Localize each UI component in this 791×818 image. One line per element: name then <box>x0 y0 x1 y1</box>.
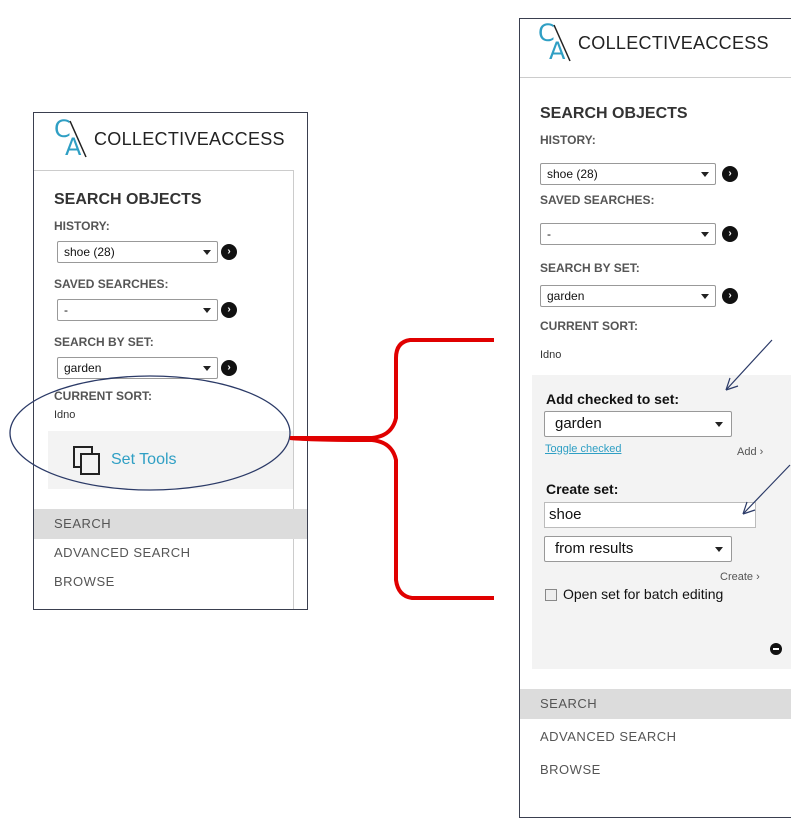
pointer-arrow-2 <box>742 464 791 515</box>
pointer-arrow-1 <box>725 339 773 391</box>
highlight-ellipse <box>9 375 291 491</box>
red-bracket <box>289 338 494 600</box>
annotation-overlay <box>9 338 791 600</box>
